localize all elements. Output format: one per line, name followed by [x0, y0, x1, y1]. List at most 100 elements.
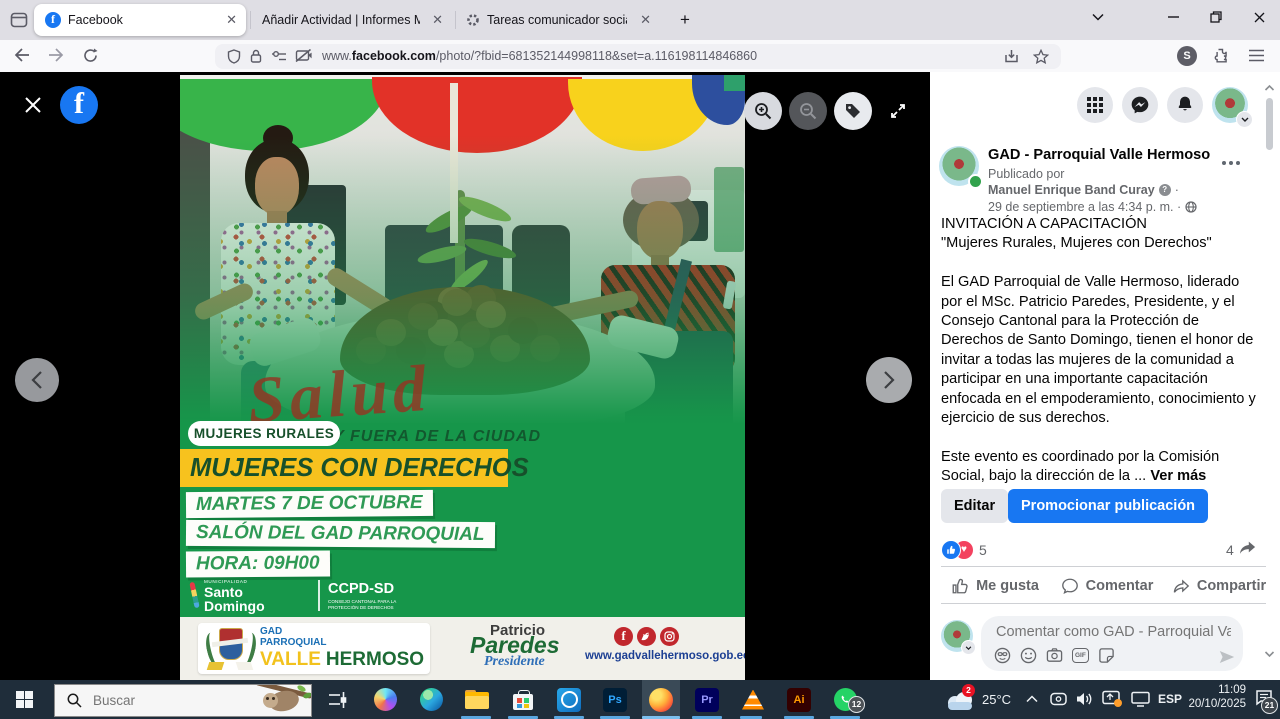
- shield-icon[interactable]: [227, 49, 241, 64]
- comment-composer[interactable]: GIF: [981, 616, 1243, 671]
- zoom-in-icon[interactable]: [744, 92, 782, 130]
- weather-icon[interactable]: 2: [946, 688, 976, 712]
- camera-icon[interactable]: [1046, 647, 1063, 664]
- browser-nav-bar: www.facebook.com/photo/?fbid=68135214499…: [0, 40, 1280, 73]
- share-button[interactable]: Compartir: [1165, 571, 1273, 601]
- extension-s-icon[interactable]: S: [1177, 46, 1197, 66]
- post-timestamp[interactable]: 29 de septiembre a las 4:34 p. m. ·: [988, 200, 1181, 214]
- premiere-icon[interactable]: Pr: [688, 680, 726, 719]
- cast-status-dot: [1114, 699, 1122, 707]
- search-input[interactable]: [91, 692, 225, 709]
- start-button[interactable]: [5, 680, 43, 719]
- lock-icon[interactable]: [250, 49, 262, 63]
- taskbar-search-box[interactable]: [54, 684, 312, 717]
- whatsapp-icon[interactable]: 12: [826, 680, 864, 719]
- taskbar-clock[interactable]: 11:09 20/10/2025: [1186, 684, 1246, 710]
- save-page-icon[interactable]: [1004, 49, 1019, 64]
- snip-tool-icon[interactable]: [1050, 691, 1067, 707]
- apps-grid-icon[interactable]: [1077, 87, 1113, 123]
- outlook-icon[interactable]: [550, 680, 588, 719]
- menu-hamburger-icon[interactable]: [1249, 49, 1264, 62]
- tray-chevron-icon[interactable]: [1026, 695, 1038, 703]
- temperature-label[interactable]: 25°C: [982, 692, 1011, 707]
- forward-button[interactable]: [48, 48, 64, 62]
- screenshare-blocked-icon[interactable]: [295, 49, 312, 63]
- new-tab-button[interactable]: +: [672, 7, 698, 33]
- vlc-icon[interactable]: [734, 680, 772, 719]
- notification-center-icon[interactable]: 21: [1255, 689, 1277, 709]
- next-photo-button[interactable]: [866, 357, 912, 403]
- minimize-button[interactable]: [1153, 0, 1193, 34]
- profile-chevron-icon[interactable]: [1236, 111, 1253, 128]
- tab-close-icon[interactable]: ✕: [217, 12, 246, 28]
- network-display-icon[interactable]: [1131, 691, 1150, 707]
- comment-input[interactable]: [994, 623, 1233, 641]
- tab-informes[interactable]: Añadir Actividad | Informes Mensua ✕: [250, 4, 452, 36]
- url-text[interactable]: www.facebook.com/photo/?fbid=68135214499…: [322, 49, 757, 63]
- firefox-icon[interactable]: [642, 680, 680, 719]
- tag-photo-icon[interactable]: [834, 92, 872, 130]
- messenger-icon[interactable]: [1122, 87, 1158, 123]
- illustrator-icon[interactable]: Ai: [780, 680, 818, 719]
- date-strip: MARTES 7 DE OCTUBRE: [186, 490, 433, 518]
- tab-close-icon[interactable]: ✕: [631, 12, 660, 28]
- footer-website: www.gadvallehermoso.gob.ec: [585, 650, 745, 662]
- microsoft-store-icon[interactable]: [504, 680, 542, 719]
- logo-divider: [318, 580, 320, 611]
- tab-list-chevron-icon[interactable]: [1078, 0, 1118, 34]
- language-indicator[interactable]: ESP: [1158, 692, 1182, 706]
- clock-time: 11:09: [1186, 684, 1246, 696]
- sticker-icon[interactable]: [1098, 647, 1115, 664]
- tab-facebook[interactable]: f Facebook ✕: [34, 4, 246, 36]
- reload-button[interactable]: [83, 48, 98, 63]
- like-button[interactable]: Me gusta: [941, 571, 1049, 601]
- edge-icon[interactable]: [412, 680, 450, 719]
- composer-avatar-chevron-icon[interactable]: [961, 640, 976, 655]
- reaction-count[interactable]: 5: [979, 542, 987, 558]
- avatar-sticker-icon[interactable]: [994, 647, 1011, 664]
- post-options-icon[interactable]: [1229, 161, 1233, 165]
- gad-lockup: GAD PARROQUIAL VALLEHERMOSO: [260, 626, 424, 671]
- previous-photo-button[interactable]: [15, 358, 59, 402]
- task-view-icon[interactable]: [319, 680, 357, 719]
- screen-cast-icon[interactable]: [1102, 690, 1122, 707]
- emoji-icon[interactable]: [1020, 647, 1037, 664]
- copilot-icon[interactable]: [366, 680, 404, 719]
- url-bar[interactable]: www.facebook.com/photo/?fbid=68135214499…: [215, 44, 1061, 69]
- publisher-name[interactable]: Manuel Enrique Band Curay: [988, 183, 1155, 197]
- tab-tareas[interactable]: Tareas comunicador social GAD ✕: [456, 4, 660, 36]
- photoshop-icon[interactable]: Ps: [596, 680, 634, 719]
- bookmark-star-icon[interactable]: [1033, 49, 1049, 64]
- photo-poster[interactable]: Salud RO Y FUERA DE LA CIUDAD MUJERES RU…: [180, 75, 745, 680]
- back-button[interactable]: [14, 48, 30, 62]
- page-name[interactable]: GAD - Parroquial Valle Hermoso: [988, 147, 1210, 163]
- fullscreen-icon[interactable]: [879, 92, 917, 130]
- send-icon[interactable]: [1219, 650, 1235, 664]
- extensions-puzzle-icon[interactable]: [1212, 47, 1229, 64]
- close-window-button[interactable]: [1239, 0, 1279, 34]
- comment-button[interactable]: Comentar: [1053, 571, 1161, 601]
- scrollbar-thumb[interactable]: [1266, 98, 1273, 150]
- share-count[interactable]: 4: [1226, 542, 1234, 558]
- composer-icons: GIF: [994, 647, 1115, 664]
- tab-close-icon[interactable]: ✕: [423, 12, 452, 28]
- promote-button[interactable]: Promocionar publicación: [1008, 489, 1208, 523]
- see-more-link[interactable]: Ver más: [1150, 468, 1206, 484]
- permissions-icon[interactable]: [271, 50, 287, 62]
- like-reaction-icon[interactable]: [941, 540, 961, 560]
- like-icon: [951, 577, 969, 595]
- gif-icon[interactable]: GIF: [1072, 648, 1089, 663]
- rural-women-badge: MUJERES RURALES: [188, 421, 340, 446]
- firefox-view-icon[interactable]: [9, 10, 29, 30]
- poster-title-banner: MUJERES CON DERECHOS: [180, 449, 508, 487]
- facebook-logo[interactable]: f: [60, 86, 98, 124]
- close-viewer-icon[interactable]: [24, 96, 42, 114]
- notifications-bell-icon[interactable]: [1167, 87, 1203, 123]
- file-explorer-icon[interactable]: [458, 680, 496, 719]
- scrollbar-up-icon[interactable]: [1264, 84, 1275, 92]
- restore-button[interactable]: [1196, 0, 1236, 34]
- edit-button[interactable]: Editar: [941, 489, 1008, 523]
- scrollbar-down-icon[interactable]: [1264, 650, 1275, 658]
- volume-icon[interactable]: [1076, 691, 1094, 707]
- zoom-out-icon[interactable]: [789, 92, 827, 130]
